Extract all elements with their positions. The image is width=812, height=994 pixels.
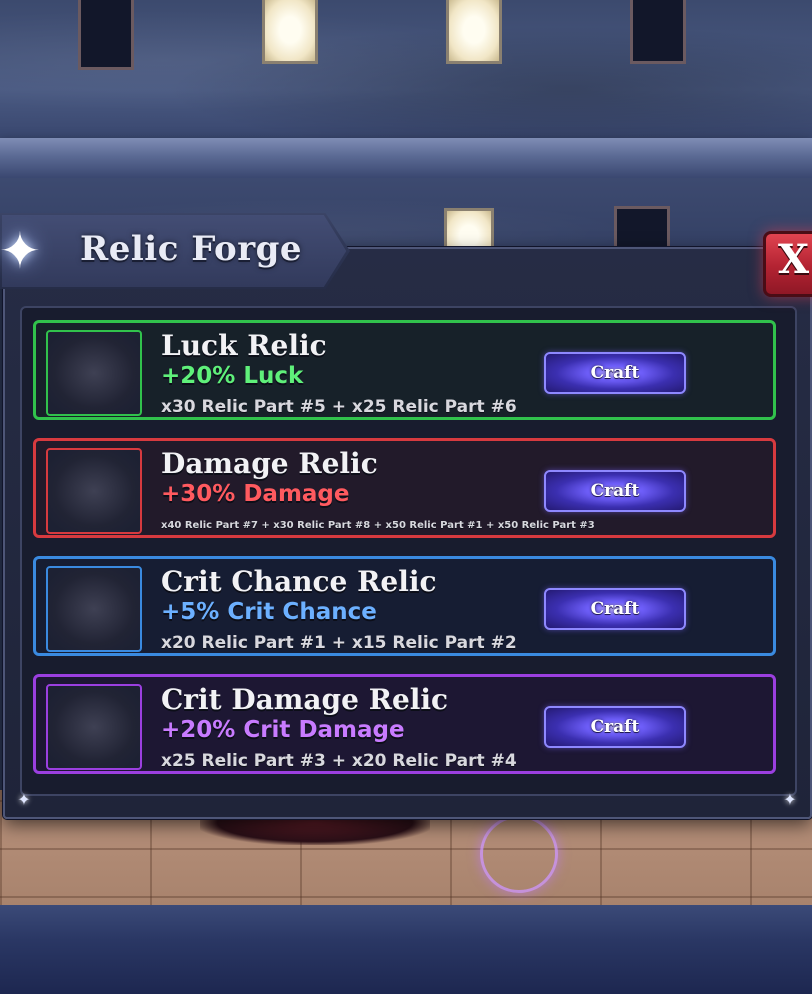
sparkle-star-icon: ✦	[0, 222, 41, 280]
relic-name: Luck Relic	[161, 329, 327, 362]
relic-name: Damage Relic	[161, 447, 378, 480]
close-button[interactable]: X	[763, 231, 812, 297]
lit-window	[446, 0, 502, 64]
building-ledge	[0, 138, 812, 178]
relic-icon-slot	[46, 566, 142, 652]
building-window	[78, 0, 134, 70]
relic-cost: x25 Relic Part #3 + x20 Relic Part #4	[161, 751, 517, 771]
relic-icon-slot	[46, 684, 142, 770]
corner-sparkle-icon: ✦	[783, 790, 797, 809]
floor-edge	[0, 905, 812, 994]
craft-label: Craft	[590, 481, 640, 501]
craft-label: Craft	[590, 599, 640, 619]
relic-row-crit-damage: Crit Damage Relic +20% Crit Damage x25 R…	[33, 674, 776, 774]
page-title: Relic Forge	[80, 229, 303, 269]
building-window	[630, 0, 686, 64]
relic-row-damage: Damage Relic +30% Damage x40 Relic Part …	[33, 438, 776, 538]
relic-cost: x40 Relic Part #7 + x30 Relic Part #8 + …	[161, 520, 595, 531]
magic-ring-effect	[480, 815, 558, 893]
relic-cost: x20 Relic Part #1 + x15 Relic Part #2	[161, 633, 517, 653]
close-icon: X	[778, 236, 810, 283]
relic-icon-slot	[46, 330, 142, 416]
relic-bonus: +30% Damage	[161, 481, 350, 507]
craft-button-luck[interactable]: Craft	[544, 352, 686, 394]
relic-bonus: +20% Crit Damage	[161, 717, 405, 743]
craft-label: Craft	[590, 717, 640, 737]
relic-icon-slot	[46, 448, 142, 534]
craft-button-damage[interactable]: Craft	[544, 470, 686, 512]
relic-row-crit-chance: Crit Chance Relic +5% Crit Chance x20 Re…	[33, 556, 776, 656]
relic-cost: x30 Relic Part #5 + x25 Relic Part #6	[161, 397, 517, 417]
craft-label: Craft	[590, 363, 640, 383]
craft-button-crit-chance[interactable]: Craft	[544, 588, 686, 630]
relic-bonus: +5% Crit Chance	[161, 599, 377, 625]
relic-name: Crit Chance Relic	[161, 565, 437, 598]
corner-sparkle-icon: ✦	[17, 790, 31, 809]
relic-bonus: +20% Luck	[161, 363, 304, 389]
title-banner: ✦ Relic Forge	[0, 213, 350, 289]
craft-button-crit-damage[interactable]: Craft	[544, 706, 686, 748]
relic-row-luck: Luck Relic +20% Luck x30 Relic Part #5 +…	[33, 320, 776, 420]
relic-name: Crit Damage Relic	[161, 683, 449, 716]
lit-window	[262, 0, 318, 64]
